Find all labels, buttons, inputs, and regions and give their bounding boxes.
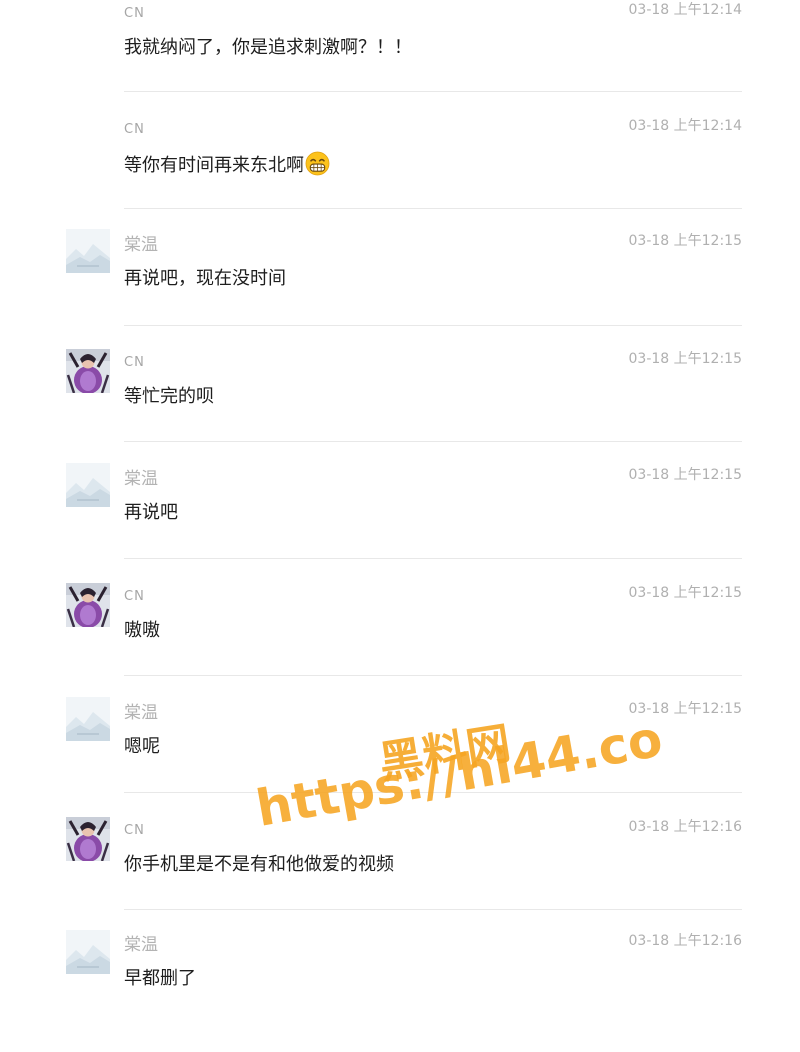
message-divider <box>124 91 742 92</box>
sender-name: 棠温 <box>124 469 158 489</box>
chat-message: 棠温 03-18 上午12:16 早都删了 <box>0 930 800 1052</box>
message-time: 03-18 上午12:15 <box>628 467 742 483</box>
message-time: 03-18 上午12:14 <box>628 2 742 18</box>
sender-name: 棠温 <box>124 235 158 255</box>
message-time: 03-18 上午12:16 <box>628 819 742 835</box>
landscape-placeholder-avatar[interactable] <box>66 930 110 974</box>
chat-message: CN 03-18 上午12:14 我就纳闷了，你是追求刺激啊？！！ <box>0 2 800 121</box>
grinning-face-emoji <box>305 151 330 176</box>
landscape-placeholder-avatar[interactable] <box>66 463 110 507</box>
message-text[interactable]: 你手机里是不是有和他做爱的视频 <box>124 852 394 878</box>
chat-message: 棠温 03-18 上午12:15 再说吧，现在没时间 <box>0 229 800 352</box>
landscape-placeholder-avatar[interactable] <box>66 697 110 741</box>
message-time: 03-18 上午12:15 <box>628 233 742 249</box>
sender-name: CN <box>124 355 145 370</box>
purple-portrait-avatar[interactable] <box>66 817 110 861</box>
message-text[interactable]: 嗷嗷 <box>124 618 160 644</box>
purple-portrait-avatar[interactable] <box>66 583 110 627</box>
sender-name: CN <box>124 823 145 838</box>
message-text[interactable]: 等忙完的呗 <box>124 384 214 410</box>
chat-message: CN 03-18 上午12:16 你手机里是不是有和他做爱的视频 <box>0 817 800 938</box>
message-text[interactable]: 等你有时间再来东北啊 <box>124 151 330 179</box>
message-divider <box>124 909 742 910</box>
message-divider <box>124 675 742 676</box>
sender-name: 棠温 <box>124 703 158 723</box>
message-text[interactable]: 再说吧 <box>124 500 178 526</box>
purple-portrait-avatar[interactable] <box>66 349 110 393</box>
message-time: 03-18 上午12:15 <box>628 701 742 717</box>
chat-message: CN 03-18 上午12:15 等忙完的呗 <box>0 349 800 470</box>
message-divider <box>124 208 742 209</box>
message-time: 03-18 上午12:16 <box>628 933 742 949</box>
landscape-placeholder-avatar[interactable] <box>66 229 110 273</box>
message-divider <box>124 325 742 326</box>
message-text[interactable]: 再说吧，现在没时间 <box>124 266 286 292</box>
sender-name: 棠温 <box>124 935 158 955</box>
message-text-content: 等你有时间再来东北啊 <box>124 155 304 176</box>
message-divider <box>124 792 742 793</box>
chat-message: 棠温 03-18 上午12:15 嗯呢 <box>0 697 800 820</box>
message-time: 03-18 上午12:15 <box>628 351 742 367</box>
chat-message: CN 03-18 上午12:15 嗷嗷 <box>0 583 800 704</box>
chat-message: CN 03-18 上午12:14 等你有时间再来东北啊 <box>0 118 800 237</box>
sender-name: CN <box>124 6 145 21</box>
message-divider <box>124 441 742 442</box>
message-text[interactable]: 早都删了 <box>124 966 196 992</box>
message-text[interactable]: 我就纳闷了，你是追求刺激啊？！！ <box>124 35 412 61</box>
message-divider <box>124 558 742 559</box>
sender-name: CN <box>124 589 145 604</box>
message-time: 03-18 上午12:15 <box>628 585 742 601</box>
sender-name: CN <box>124 122 145 137</box>
chat-message: 棠温 03-18 上午12:15 再说吧 <box>0 463 800 586</box>
message-time: 03-18 上午12:14 <box>628 118 742 134</box>
message-text[interactable]: 嗯呢 <box>124 734 160 760</box>
